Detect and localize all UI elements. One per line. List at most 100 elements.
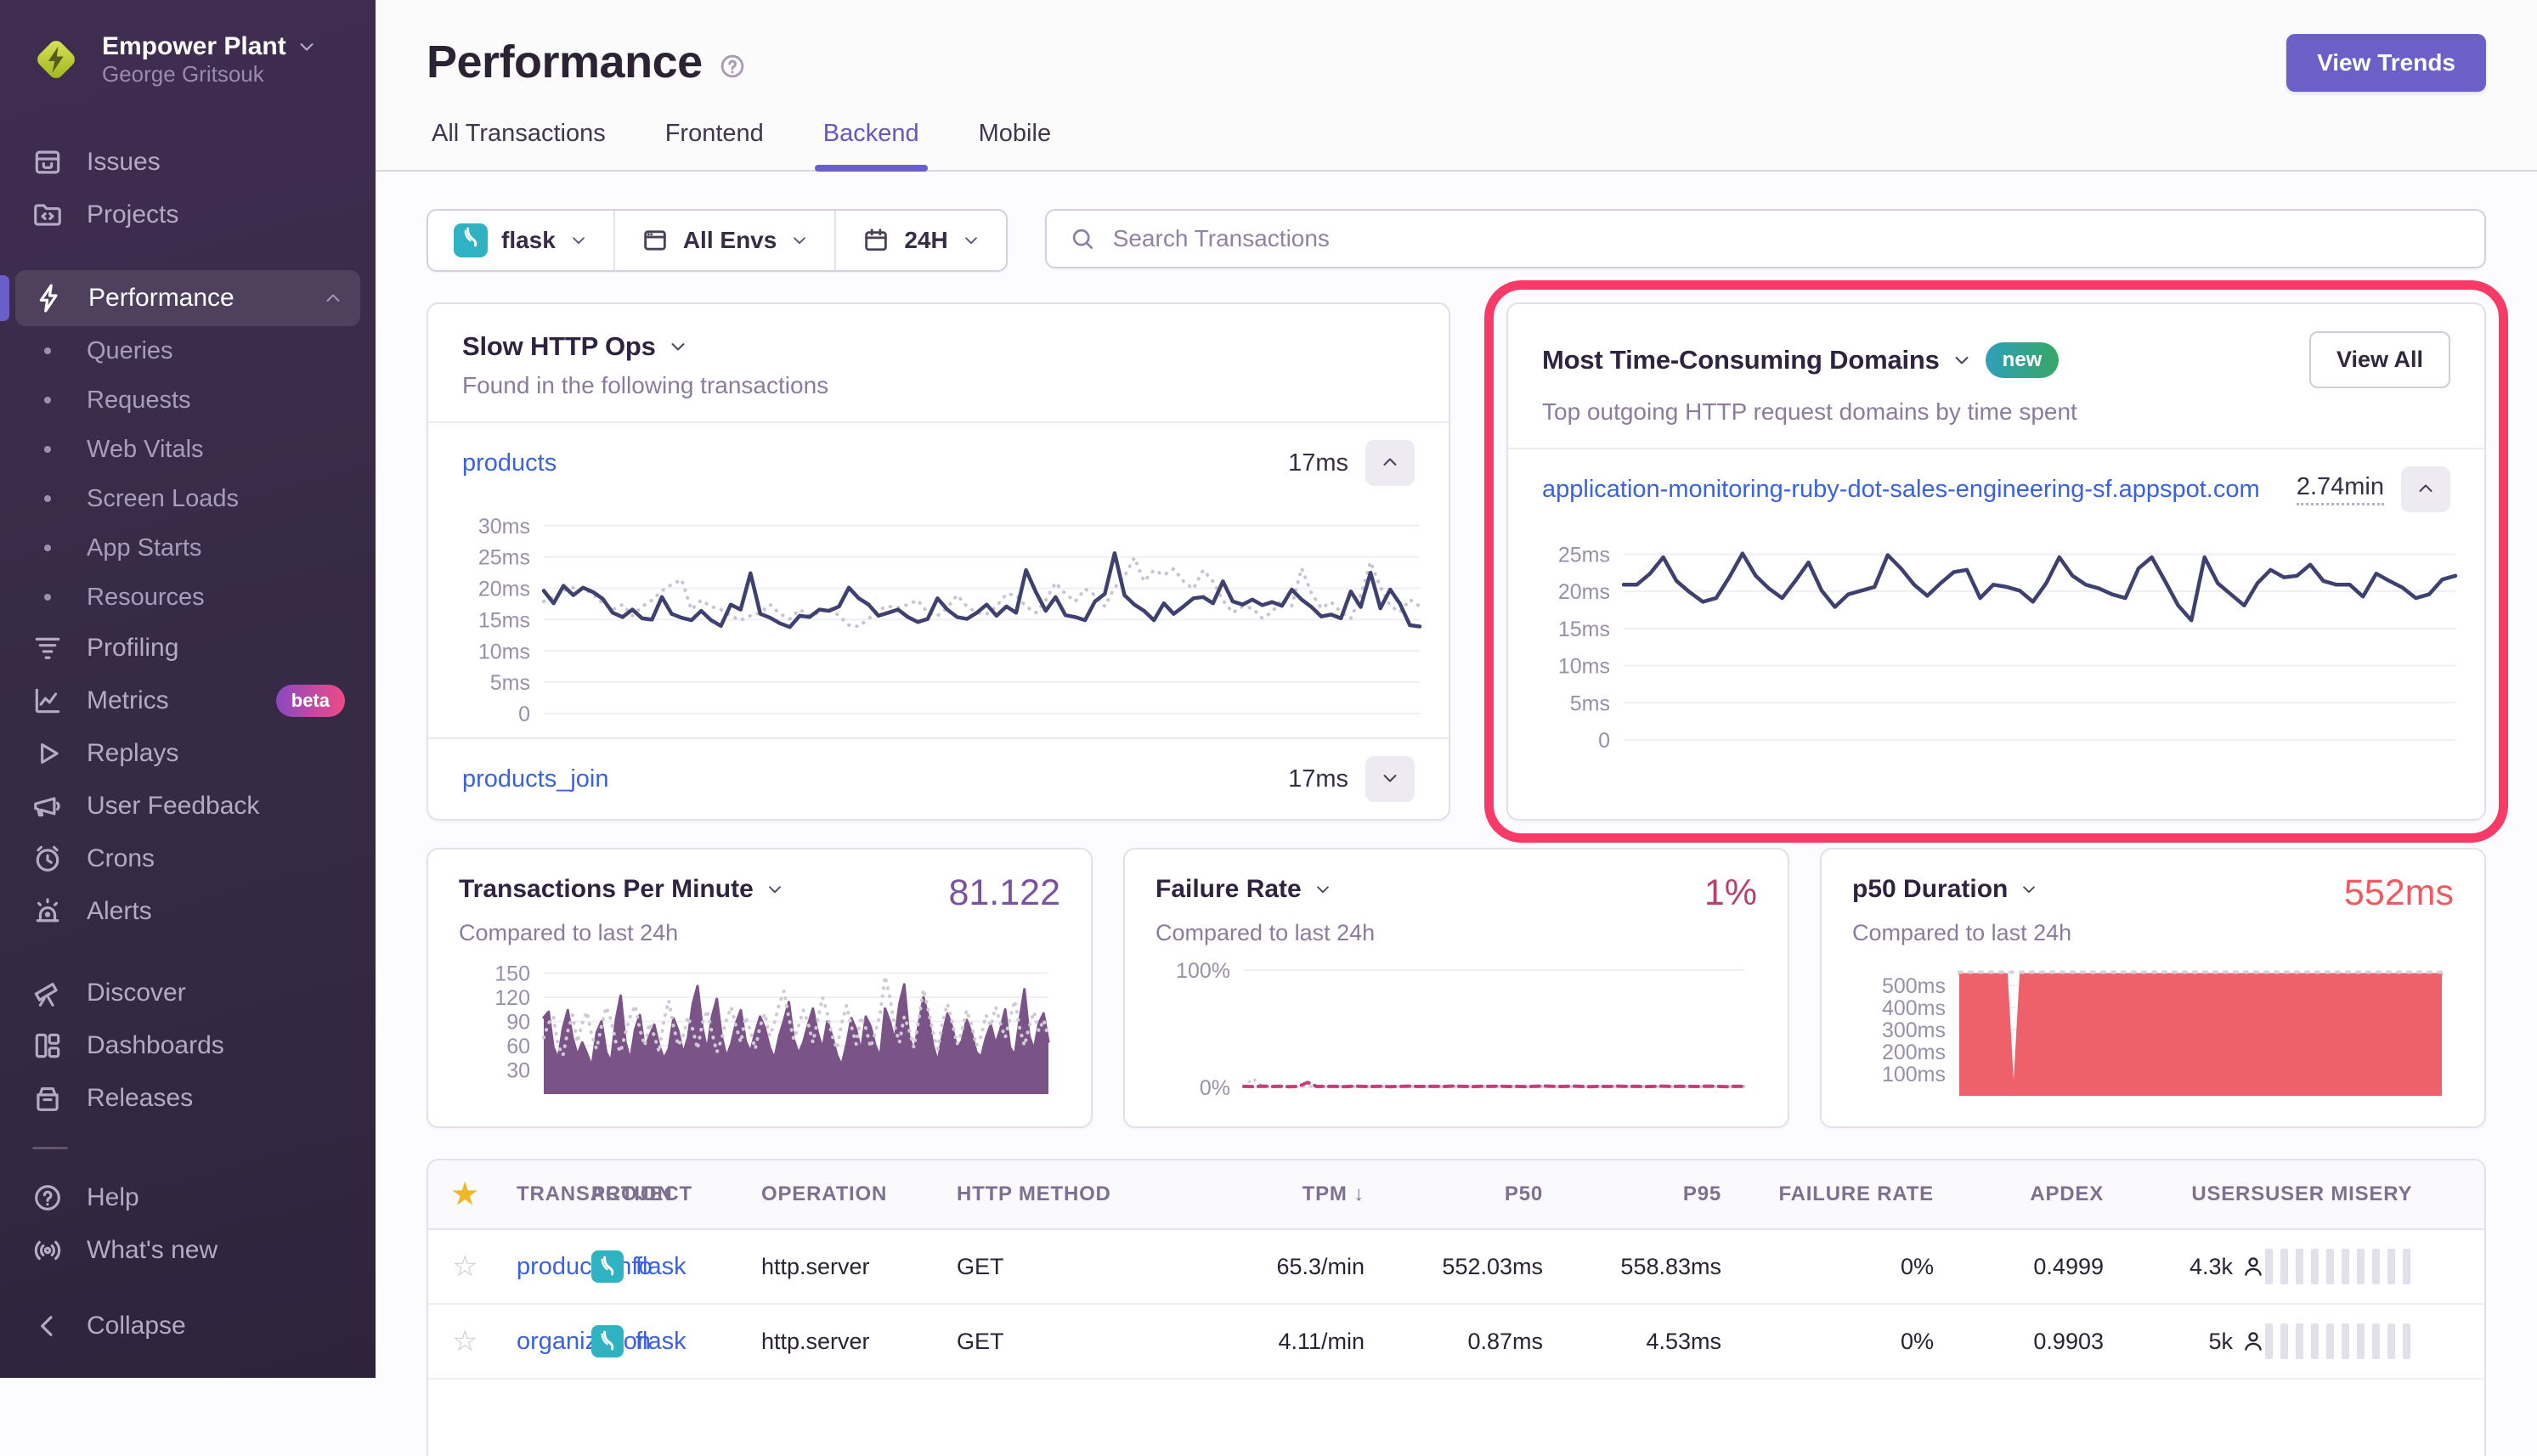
beta-badge: beta	[276, 685, 345, 717]
user-misery-cell	[2265, 1323, 2461, 1359]
svg-text:25ms: 25ms	[1558, 544, 1610, 567]
domain-link[interactable]: application-monitoring-ruby-dot-sales-en…	[1542, 476, 2280, 504]
column-header-p95[interactable]: P95	[1543, 1182, 1721, 1206]
sidebar-item-label: Issues	[87, 148, 161, 177]
org-name: Empower Plant	[102, 32, 286, 62]
http-method-cell: GET	[957, 1329, 1169, 1355]
org-switcher[interactable]: Empower Plant George Gritsouk	[0, 32, 376, 87]
tab-frontend[interactable]: Frontend	[660, 120, 769, 170]
sidebar-item-app-starts[interactable]: App Starts	[0, 523, 376, 573]
card-title-text: Most Time-Consuming Domains	[1542, 345, 1940, 375]
http-method-cell: GET	[957, 1254, 1169, 1280]
expand-products-join-button[interactable]	[1365, 756, 1415, 802]
p95-cell: 4.53ms	[1543, 1329, 1721, 1355]
sidebar-item-projects[interactable]: Projects	[0, 189, 376, 241]
sidebar-item-replays[interactable]: Replays	[0, 727, 376, 780]
column-header-p50[interactable]: P50	[1365, 1182, 1543, 1206]
sidebar-collapse-button[interactable]: Collapse	[0, 1300, 376, 1352]
column-header-transaction[interactable]: TRANSACTION	[517, 1182, 591, 1206]
sidebar-item-label: Replays	[87, 739, 178, 768]
sidebar-item-alerts[interactable]: Alerts	[0, 885, 376, 938]
page-title: Performance	[427, 37, 703, 87]
collapse-domain-button[interactable]	[2401, 466, 2450, 512]
favorite-star-icon[interactable]: ☆	[452, 1250, 477, 1283]
slow-http-ops-title-dropdown[interactable]: Slow HTTP Ops	[462, 331, 688, 362]
p50-title-dropdown[interactable]: p50 Duration	[1852, 875, 2038, 904]
domains-title-dropdown[interactable]: Most Time-Consuming Domains	[1542, 345, 1972, 375]
table-row-organization: ☆organizationflaskhttp.serverGET4.11/min…	[428, 1305, 2484, 1380]
column-header-user_misery[interactable]: USER MISERY	[2265, 1182, 2461, 1206]
sidebar-item-resources[interactable]: Resources	[0, 573, 376, 622]
project-link[interactable]: flask	[636, 1328, 687, 1356]
sidebar-item-label: What's new	[87, 1236, 218, 1265]
stat-subtitle: Compared to last 24h	[1852, 920, 2454, 946]
view-all-button[interactable]: View All	[2309, 331, 2450, 388]
products-link[interactable]: products	[462, 449, 1271, 477]
sidebar-item-discover[interactable]: Discover	[0, 967, 376, 1019]
column-header-tpm[interactable]: TPM ↓	[1169, 1182, 1365, 1206]
chevron-down-icon	[1952, 350, 1972, 370]
column-header-failure_rate[interactable]: FAILURE RATE	[1721, 1182, 1934, 1206]
sidebar-item-requests[interactable]: Requests	[0, 375, 376, 425]
project-link[interactable]: flask	[636, 1253, 687, 1281]
card-subtitle: Top outgoing HTTP request domains by tim…	[1542, 398, 2450, 426]
sidebar-item-profiling[interactable]: Profiling	[0, 622, 376, 674]
products-join-link[interactable]: products_join	[462, 765, 1271, 793]
sidebar-item-label: User Feedback	[87, 792, 259, 821]
dashboards-icon	[31, 1029, 65, 1063]
project-filter[interactable]: flask	[428, 211, 613, 270]
project-filter-label: flask	[501, 227, 556, 254]
sidebar-item-screen-loads[interactable]: Screen Loads	[0, 474, 376, 523]
column-header-operation[interactable]: OPERATION	[761, 1182, 957, 1206]
column-header-apdex[interactable]: APDEX	[1934, 1182, 2104, 1206]
bullet-icon	[31, 446, 65, 453]
sidebar-item-issues[interactable]: Issues	[0, 136, 376, 189]
collapse-products-button[interactable]	[1365, 440, 1415, 486]
sidebar-item-user-feedback[interactable]: User Feedback	[0, 780, 376, 832]
tpm-title-dropdown[interactable]: Transactions Per Minute	[459, 875, 784, 904]
sidebar-item-releases[interactable]: Releases	[0, 1072, 376, 1125]
svg-text:10ms: 10ms	[1558, 655, 1610, 679]
environment-filter[interactable]: All Envs	[613, 211, 834, 270]
svg-text:5ms: 5ms	[1570, 692, 1610, 716]
sidebar-item-metrics[interactable]: Metrics beta	[0, 674, 376, 727]
view-trends-button[interactable]: View Trends	[2286, 34, 2486, 92]
sidebar-item-crons[interactable]: Crons	[0, 832, 376, 885]
users-cell: 5k	[2104, 1329, 2265, 1355]
svg-text:15ms: 15ms	[478, 609, 530, 633]
sidebar-item-dashboards[interactable]: Dashboards	[0, 1019, 376, 1072]
help-icon[interactable]	[718, 52, 747, 81]
column-header-project[interactable]: PROJECT	[591, 1182, 761, 1206]
favorite-star-icon[interactable]: ☆	[452, 1325, 477, 1357]
org-logo	[29, 32, 83, 87]
column-header-fav[interactable]: ★	[452, 1180, 517, 1210]
time-range-label: 24H	[904, 227, 947, 254]
column-header-users[interactable]: USERS	[2104, 1182, 2265, 1206]
sidebar-item-help[interactable]: Help	[0, 1171, 376, 1224]
svg-text:90: 90	[506, 1011, 530, 1035]
failure-rate-title-dropdown[interactable]: Failure Rate	[1155, 875, 1332, 904]
p50-value: 552ms	[2344, 875, 2454, 911]
domain-time-spent[interactable]: 2.74min	[2297, 473, 2384, 505]
sidebar-item-web-vitals[interactable]: Web Vitals	[0, 425, 376, 474]
bullet-icon	[31, 594, 65, 601]
svg-text:20ms: 20ms	[1558, 581, 1610, 605]
tab-mobile[interactable]: Mobile	[974, 120, 1056, 170]
tab-all-transactions[interactable]: All Transactions	[427, 120, 611, 170]
sidebar-item-performance[interactable]: Performance	[15, 270, 360, 326]
column-header-http_method[interactable]: HTTP METHOD	[957, 1182, 1169, 1206]
svg-text:100%: 100%	[1176, 959, 1230, 983]
tab-backend[interactable]: Backend	[818, 120, 924, 170]
search-input[interactable]	[1111, 224, 2462, 253]
stat-subtitle: Compared to last 24h	[1155, 920, 1757, 946]
project-cell: flask	[591, 1325, 761, 1357]
chevron-down-icon	[766, 880, 784, 899]
sidebar-item-what-s-new[interactable]: What's new	[0, 1224, 376, 1277]
sidebar-item-label: Screen Loads	[87, 485, 239, 513]
calendar-icon	[862, 226, 890, 255]
svg-text:300ms: 300ms	[1882, 1019, 1946, 1042]
bullet-icon	[31, 397, 65, 404]
sidebar-item-label: Metrics	[87, 686, 169, 715]
time-range-filter[interactable]: 24H	[834, 211, 1005, 270]
sidebar-item-queries[interactable]: Queries	[0, 326, 376, 375]
